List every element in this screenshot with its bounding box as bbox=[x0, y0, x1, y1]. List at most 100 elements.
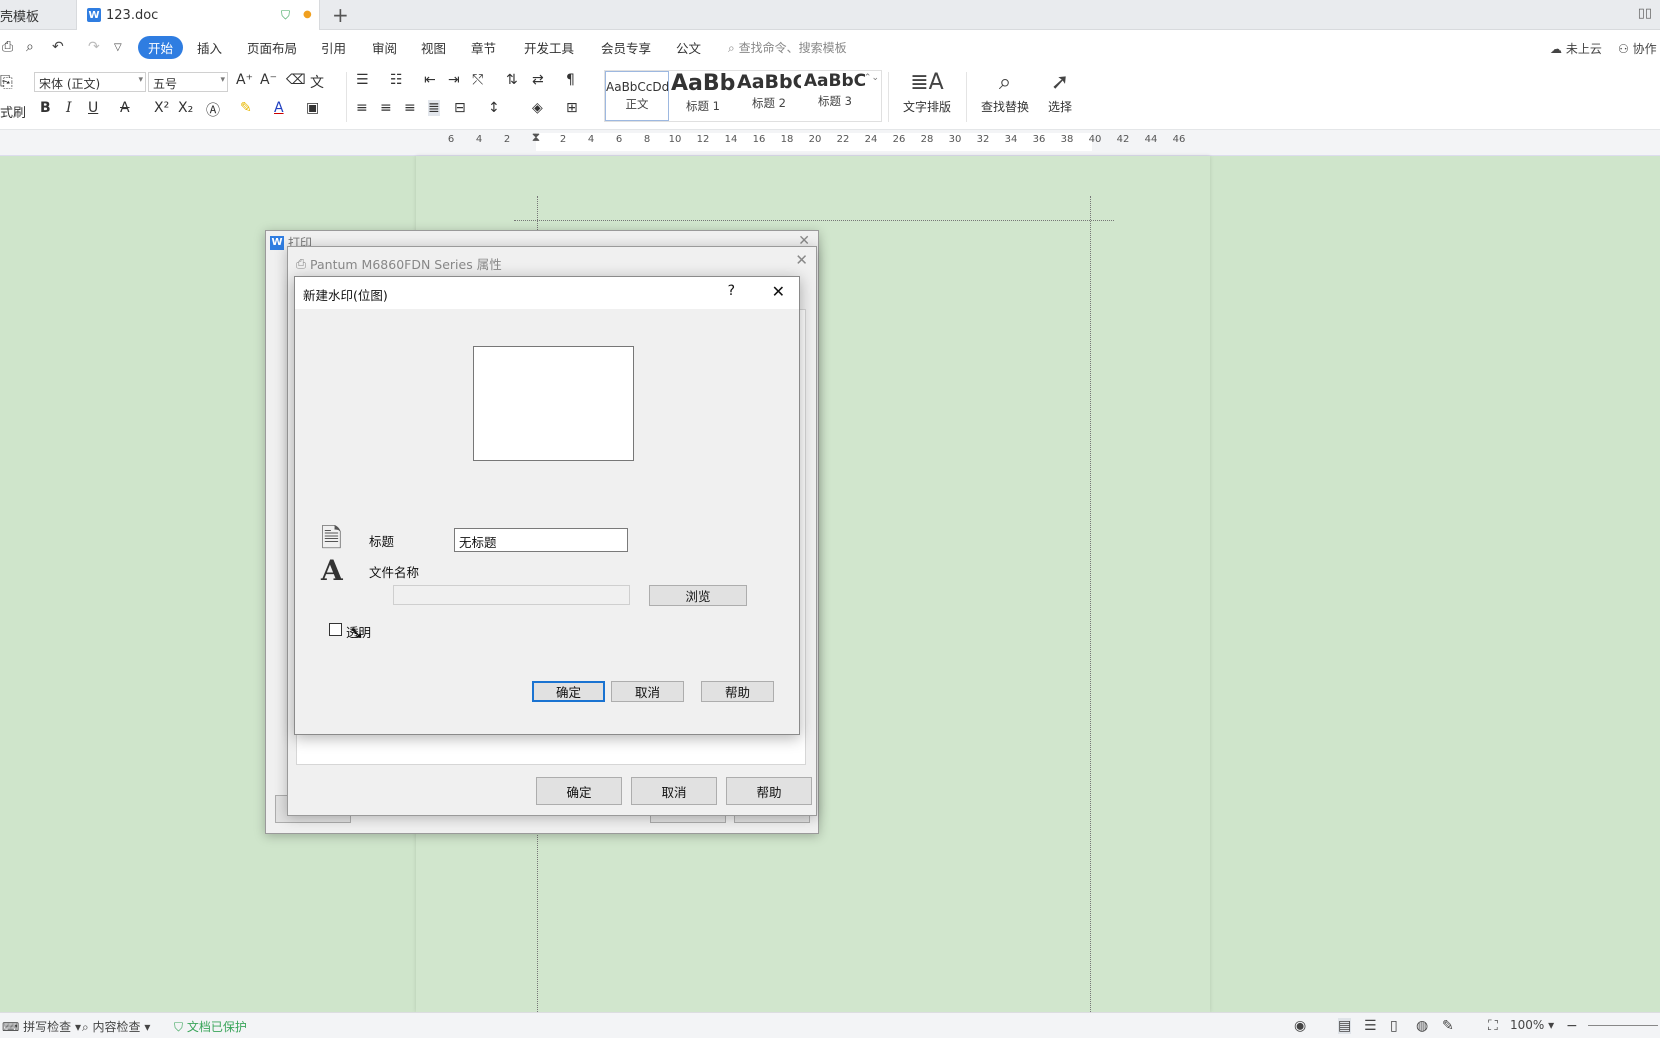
undo-icon[interactable]: ↶ bbox=[52, 39, 64, 55]
underline-icon[interactable]: U bbox=[88, 100, 98, 116]
italic-icon[interactable]: I bbox=[66, 100, 72, 116]
outline-view-icon[interactable]: ☰ bbox=[1364, 1018, 1377, 1034]
ruler-tick: 40 bbox=[1088, 134, 1102, 145]
help-icon[interactable]: ? bbox=[728, 283, 735, 299]
line-spacing-icon[interactable]: ↕ bbox=[488, 100, 500, 116]
font-color-icon[interactable]: A bbox=[274, 100, 284, 116]
grow-font-icon[interactable]: A⁺ bbox=[236, 72, 253, 88]
menu-chapter[interactable]: 章节 bbox=[471, 38, 496, 57]
quick-access-more-icon[interactable]: ▽ bbox=[114, 42, 122, 53]
text-layout-button[interactable]: ≣A 文字排版 bbox=[896, 70, 958, 115]
watermark-ok-button[interactable]: 确定 bbox=[532, 681, 605, 702]
properties-cancel-button[interactable]: 取消 bbox=[631, 777, 717, 805]
menu-references[interactable]: 引用 bbox=[321, 38, 346, 57]
ruler-tick: 6 bbox=[615, 134, 623, 145]
plus-icon[interactable]: + bbox=[332, 3, 349, 27]
tab-document[interactable]: W 123.doc ⛉ ● bbox=[76, 0, 320, 30]
properties-ok-button[interactable]: 确定 bbox=[536, 777, 622, 805]
ruler-tick: 2 bbox=[503, 134, 511, 145]
print-preview-icon[interactable]: ⌕ bbox=[26, 39, 34, 55]
phonetic-icon[interactable]: 文 bbox=[310, 72, 324, 92]
select-button[interactable]: ➚ 选择 bbox=[1040, 70, 1080, 115]
menu-view[interactable]: 视图 bbox=[421, 38, 446, 57]
window-layout-icon[interactable]: ▯▯ bbox=[1638, 6, 1652, 21]
command-search[interactable]: ⌕ 查找命令、搜索模板 bbox=[728, 39, 847, 56]
distribute-icon[interactable]: ⊟ bbox=[454, 100, 466, 116]
borders-icon[interactable]: ⊞ bbox=[566, 100, 578, 116]
bold-icon[interactable]: B bbox=[40, 100, 51, 116]
web-view-icon[interactable]: ◍ bbox=[1416, 1018, 1428, 1034]
cloud-status[interactable]: ☁ 未上云 bbox=[1550, 40, 1602, 57]
chinese-layout-icon[interactable]: ⤲ bbox=[472, 72, 483, 88]
strikethrough-icon[interactable]: A bbox=[120, 100, 130, 116]
properties-help-button[interactable]: 帮助 bbox=[726, 777, 812, 805]
align-right-icon[interactable]: ≡ bbox=[404, 100, 416, 116]
menu-home[interactable]: 开始 bbox=[138, 36, 184, 59]
show-marks-icon[interactable]: ¶ bbox=[566, 72, 575, 88]
menu-developer[interactable]: 开发工具 bbox=[524, 38, 574, 57]
text-direction-icon[interactable]: ⇄ bbox=[532, 72, 544, 88]
style-scroll-icon[interactable]: ⌃⌄ bbox=[864, 73, 879, 83]
increase-indent-icon[interactable]: ⇥ bbox=[448, 72, 460, 88]
style-heading2[interactable]: AaBbC 标题 2 bbox=[737, 71, 801, 121]
align-center-icon[interactable]: ≡ bbox=[380, 100, 392, 116]
sort-icon[interactable]: ⇅ bbox=[506, 72, 518, 88]
filename-input[interactable] bbox=[393, 585, 630, 605]
find-replace-button[interactable]: ⌕ 查找替换 bbox=[974, 70, 1036, 115]
font-size-select[interactable]: 五号 bbox=[148, 72, 228, 92]
zoom-slider[interactable] bbox=[1588, 1025, 1658, 1026]
align-left-icon[interactable]: ≡ bbox=[356, 100, 368, 116]
close-icon[interactable]: ✕ bbox=[772, 282, 785, 301]
eye-protection-icon[interactable]: ◉ bbox=[1294, 1018, 1306, 1034]
shading-icon[interactable]: ◈ bbox=[532, 100, 543, 116]
superscript-icon[interactable]: X² bbox=[154, 100, 169, 116]
char-border-icon[interactable]: ▣ bbox=[306, 100, 319, 116]
page-view-icon[interactable]: ▤ bbox=[1338, 1018, 1352, 1034]
style-heading3[interactable]: AaBbC 标题 3 bbox=[803, 71, 867, 121]
document-protected[interactable]: ⛉ 文档已保护 bbox=[174, 1018, 247, 1035]
highlight-icon[interactable]: ✎ bbox=[240, 100, 252, 116]
content-check[interactable]: ⌕ 内容检查 ▾ bbox=[82, 1018, 150, 1035]
tab-template[interactable]: 壳模板 bbox=[0, 0, 72, 30]
indent-marker-icon[interactable]: ⧗ bbox=[532, 130, 540, 145]
numbered-list-icon[interactable]: ☷ bbox=[390, 72, 403, 88]
close-icon[interactable]: ✕ bbox=[795, 251, 808, 269]
document-canvas[interactable] bbox=[0, 156, 1660, 1012]
title-input[interactable]: 无标题 bbox=[454, 528, 628, 552]
zoom-level[interactable]: 100% ▾ bbox=[1510, 1018, 1554, 1032]
write-mode-icon[interactable]: ✎ bbox=[1442, 1018, 1454, 1034]
ruler-tick: 12 bbox=[696, 134, 710, 145]
read-view-icon[interactable]: ▯ bbox=[1390, 1018, 1398, 1034]
bullet-list-icon[interactable]: ☰ bbox=[356, 72, 369, 88]
redo-icon[interactable]: ↷ bbox=[88, 39, 100, 55]
collab-button[interactable]: ⚇ 协作 bbox=[1618, 40, 1657, 57]
font-name-select[interactable]: 宋体 (正文) bbox=[34, 72, 146, 92]
text-effect-icon[interactable]: Ⓐ bbox=[206, 100, 220, 120]
format-painter-icon[interactable]: ⎘ bbox=[0, 72, 13, 92]
ruler-tick: 36 bbox=[1032, 134, 1046, 145]
watermark-cancel-button[interactable]: 取消 bbox=[611, 681, 684, 702]
zoom-out-icon[interactable]: − bbox=[1566, 1018, 1578, 1034]
menu-page-layout[interactable]: 页面布局 bbox=[247, 38, 297, 57]
style-normal[interactable]: AaBbCcDd 正文 bbox=[605, 71, 669, 121]
ruler-tick: 24 bbox=[864, 134, 878, 145]
print-icon[interactable]: ⎙ bbox=[2, 39, 13, 55]
style-heading2-name: 标题 2 bbox=[752, 96, 786, 110]
decrease-indent-icon[interactable]: ⇤ bbox=[424, 72, 436, 88]
menu-member[interactable]: 会员专享 bbox=[601, 38, 651, 57]
fit-page-icon[interactable]: ⛶ bbox=[1488, 1018, 1498, 1034]
justify-icon[interactable]: ≣ bbox=[428, 100, 440, 116]
clear-format-icon[interactable]: ⌫ bbox=[286, 72, 306, 88]
menu-insert[interactable]: 插入 bbox=[197, 38, 222, 57]
transparent-checkbox[interactable] bbox=[329, 623, 342, 636]
browse-button[interactable]: 浏览 bbox=[649, 585, 747, 606]
format-painter-label[interactable]: 式刷 bbox=[0, 102, 26, 121]
menu-official-doc[interactable]: 公文 bbox=[676, 38, 701, 57]
style-heading1[interactable]: AaBb 标题 1 bbox=[671, 71, 735, 121]
subscript-icon[interactable]: X₂ bbox=[178, 100, 193, 116]
shrink-font-icon[interactable]: A⁻ bbox=[260, 72, 277, 88]
menu-review[interactable]: 审阅 bbox=[372, 38, 397, 57]
watermark-help-button[interactable]: 帮助 bbox=[701, 681, 774, 702]
horizontal-ruler[interactable]: 6 4 2 ⧗ 2 4 6 8 10 12 14 16 18 20 22 24 … bbox=[0, 130, 1660, 156]
spell-check[interactable]: ⌨ 拼写检查 ▾ bbox=[2, 1018, 81, 1035]
